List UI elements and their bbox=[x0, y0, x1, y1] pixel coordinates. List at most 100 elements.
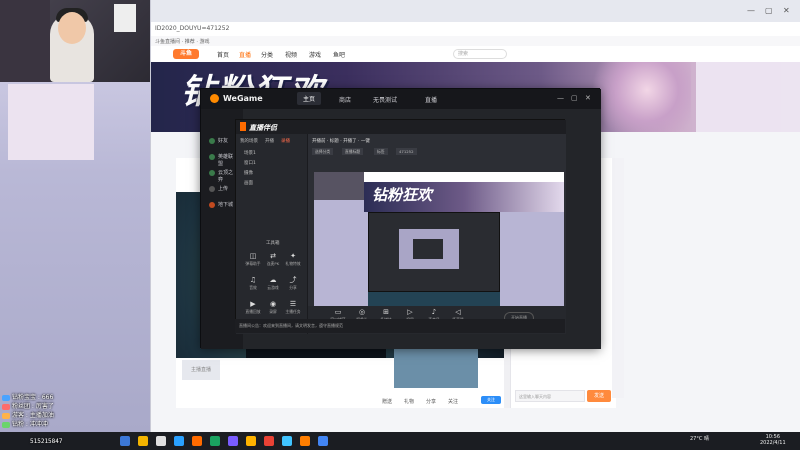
send-button[interactable]: 发送 bbox=[587, 390, 611, 402]
wegame-sidebar-label: 好友 bbox=[218, 138, 229, 144]
taskbar-app-icon[interactable] bbox=[120, 436, 130, 446]
minimize-button[interactable]: — bbox=[747, 6, 755, 15]
nav-home[interactable]: 首页 bbox=[217, 50, 229, 59]
broadcaster-main: 开播前 · 标题 · 开播了 · 一键 选择分类 直播标题 标签 471252 … bbox=[308, 134, 566, 334]
bookmarks-bar[interactable]: 斗鱼直播间 · 推荐 · 游戏 bbox=[151, 36, 800, 46]
nav-category[interactable]: 分类 bbox=[261, 50, 273, 59]
wegame-tab-store[interactable]: 商店 bbox=[339, 95, 351, 104]
share-label[interactable]: 分享 bbox=[426, 398, 436, 405]
scene-item[interactable]: 摄像 bbox=[244, 170, 253, 176]
danmu-icon: ◫ bbox=[249, 252, 257, 260]
nav-fishbar[interactable]: 鱼吧 bbox=[333, 50, 345, 59]
taskbar-app-icon[interactable] bbox=[264, 436, 274, 446]
gift-label[interactable]: 赠送 bbox=[382, 398, 392, 405]
wegame-close-button[interactable]: ✕ bbox=[585, 94, 591, 102]
webcam-shelf bbox=[0, 0, 50, 82]
scene-tab[interactable]: 我的场景 bbox=[240, 139, 258, 144]
nav-video[interactable]: 视频 bbox=[285, 50, 297, 59]
close-button[interactable]: ✕ bbox=[783, 6, 790, 15]
wegame-sidebar-item[interactable]: 英雄联盟 bbox=[209, 153, 237, 167]
wegame-sidebar-item[interactable]: 地下城 bbox=[209, 201, 237, 211]
taskbar-app-icon[interactable] bbox=[138, 436, 148, 446]
tool-sound[interactable]: ♫ 音效 bbox=[242, 276, 264, 294]
nav-live[interactable]: 直播 bbox=[239, 50, 251, 59]
tool-label: 音效 bbox=[249, 285, 257, 290]
tag-chip[interactable]: 标签 bbox=[374, 148, 388, 155]
present-label[interactable]: 礼物 bbox=[404, 398, 414, 405]
scene-item[interactable]: 画面 bbox=[244, 180, 253, 186]
microphone-icon: ♪ bbox=[431, 308, 437, 316]
fan-badge-icon bbox=[2, 403, 10, 410]
wegame-logo-icon bbox=[210, 94, 219, 103]
tool-label: 分享 bbox=[289, 285, 297, 290]
upload-icon bbox=[209, 186, 215, 192]
search-input[interactable]: 搜索 bbox=[453, 49, 507, 59]
taskbar-app-icon[interactable] bbox=[282, 436, 292, 446]
taskbar-app-icon[interactable] bbox=[246, 436, 256, 446]
wegame-window: WeGame 主页 商店 无畏测试 直播 — ▢ ✕ 好友 英雄联盟 云顶之弈 … bbox=[200, 88, 601, 349]
taskbar-app-icon[interactable] bbox=[210, 436, 220, 446]
maximize-button[interactable]: ▢ bbox=[765, 6, 773, 15]
title-chip[interactable]: 直播标题 bbox=[342, 148, 364, 155]
follow-button[interactable]: 关注 bbox=[481, 396, 501, 404]
scene-tabs: 我的场景 开播 录播 bbox=[240, 138, 297, 144]
taskbar-app-icon[interactable] bbox=[228, 436, 238, 446]
scene-tab-active[interactable]: 录播 bbox=[281, 139, 290, 144]
taskbar-app-icon[interactable] bbox=[156, 436, 166, 446]
wegame-sidebar-item[interactable]: 好友 bbox=[209, 137, 237, 147]
scene-item[interactable]: 场景1 bbox=[244, 150, 256, 156]
broadcaster-footer: 直播间公告：欢迎来到直播间，请文明发言，遵守直播规范 bbox=[235, 319, 565, 333]
preview-nested-window bbox=[368, 212, 500, 292]
taskbar-app-icon[interactable] bbox=[174, 436, 184, 446]
tool-gift-effect[interactable]: ✦ 礼物特效 bbox=[282, 252, 304, 270]
weather-tray[interactable]: 27°C 晴 bbox=[690, 435, 709, 442]
music-icon: ♫ bbox=[249, 276, 257, 284]
wegame-tab-live[interactable]: 直播 bbox=[425, 95, 437, 104]
preview-nested-core bbox=[413, 239, 443, 259]
category-chip[interactable]: 选择分类 bbox=[312, 148, 334, 155]
tool-lianmai[interactable]: ⇄ 连麦PK bbox=[262, 252, 284, 270]
mini-label[interactable]: 主播直播 bbox=[182, 360, 220, 380]
wegame-tab-test[interactable]: 无畏测试 bbox=[373, 95, 397, 104]
camera-icon: ◎ bbox=[358, 308, 366, 316]
webcam-overlay bbox=[0, 0, 150, 82]
window-icon: ▭ bbox=[334, 308, 342, 316]
friend-icon bbox=[209, 138, 215, 144]
scene-tab[interactable]: 开播 bbox=[265, 139, 274, 144]
taskbar-app-icon[interactable] bbox=[300, 436, 310, 446]
site-logo[interactable]: 斗鱼 bbox=[173, 49, 199, 59]
chat-text: 钻粉宝宝 : 666 bbox=[12, 394, 54, 401]
wegame-sidebar-label: 地下城 bbox=[218, 202, 234, 208]
tool-replay[interactable]: ▶ 直播回放 bbox=[242, 300, 264, 318]
wegame-sidebar-item[interactable]: 上传 bbox=[209, 185, 237, 195]
room-id-chip[interactable]: 471252 bbox=[396, 148, 417, 155]
tool-share[interactable]: ⤴ 分享 bbox=[282, 276, 304, 294]
tool-record[interactable]: ◉ 录屏 bbox=[262, 300, 284, 318]
webcam-poster bbox=[114, 4, 136, 32]
lianmai-icon: ⇄ bbox=[270, 252, 276, 260]
scene-item[interactable]: 窗口1 bbox=[244, 160, 256, 166]
system-clock[interactable]: 10:56 2022/4/11 bbox=[760, 434, 786, 446]
tool-label: 弹幕助手 bbox=[245, 261, 261, 266]
wegame-sidebar-item[interactable]: 云顶之弈 bbox=[209, 169, 237, 183]
taskbar-app-icon[interactable] bbox=[318, 436, 328, 446]
wegame-minimize-button[interactable]: — bbox=[557, 94, 564, 102]
chat-input[interactable]: 这里输入聊天内容 bbox=[515, 390, 585, 402]
tool-danmu[interactable]: ◫ 弹幕助手 bbox=[242, 252, 264, 270]
wegame-tab-home[interactable]: 主页 bbox=[297, 92, 322, 105]
wegame-titlebar: WeGame 主页 商店 无畏测试 直播 — ▢ ✕ bbox=[201, 89, 601, 109]
tool-cloud-game[interactable]: ☁ 云游戏 bbox=[262, 276, 284, 294]
chat-message: 粉丝团 : 厉害了 bbox=[2, 401, 54, 410]
address-bar[interactable]: ID2020_DOUYU=471252 bbox=[151, 22, 800, 36]
dnf-icon bbox=[209, 202, 215, 208]
chat-overlay: 钻粉宝宝 : 666 粉丝团 : 厉害了 游客 : 主播加油 钻粉 : 冲冲冲 bbox=[0, 390, 100, 432]
wegame-maximize-button[interactable]: ▢ bbox=[571, 94, 578, 102]
wegame-sidebar-label: 上传 bbox=[218, 186, 229, 192]
right-scrollbar[interactable] bbox=[612, 158, 624, 398]
room-bottom-bar: 主播直播 赠送 礼物 分享 关注 关注 bbox=[176, 348, 504, 408]
chat-message: 游客 : 主播加油 bbox=[2, 410, 54, 419]
taskbar-app-icon[interactable] bbox=[192, 436, 202, 446]
tool-task[interactable]: ☰ 主播任务 bbox=[282, 300, 304, 318]
follow-label[interactable]: 关注 bbox=[448, 398, 458, 405]
nav-game[interactable]: 游戏 bbox=[309, 50, 321, 59]
